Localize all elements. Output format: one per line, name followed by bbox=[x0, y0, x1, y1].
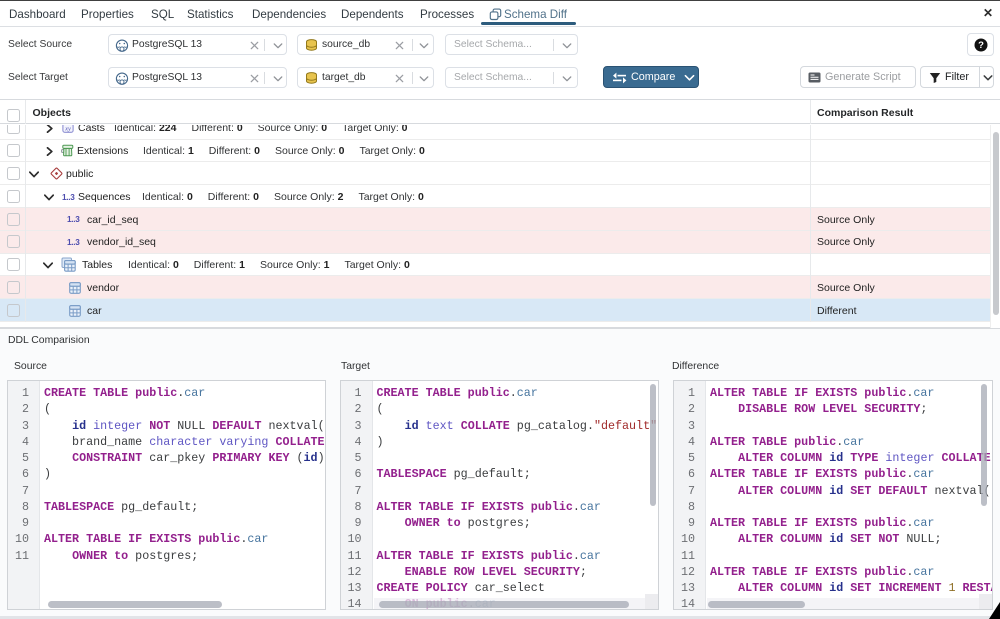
svg-text:?: ? bbox=[978, 40, 984, 51]
svg-text:xy: xy bbox=[64, 126, 71, 133]
